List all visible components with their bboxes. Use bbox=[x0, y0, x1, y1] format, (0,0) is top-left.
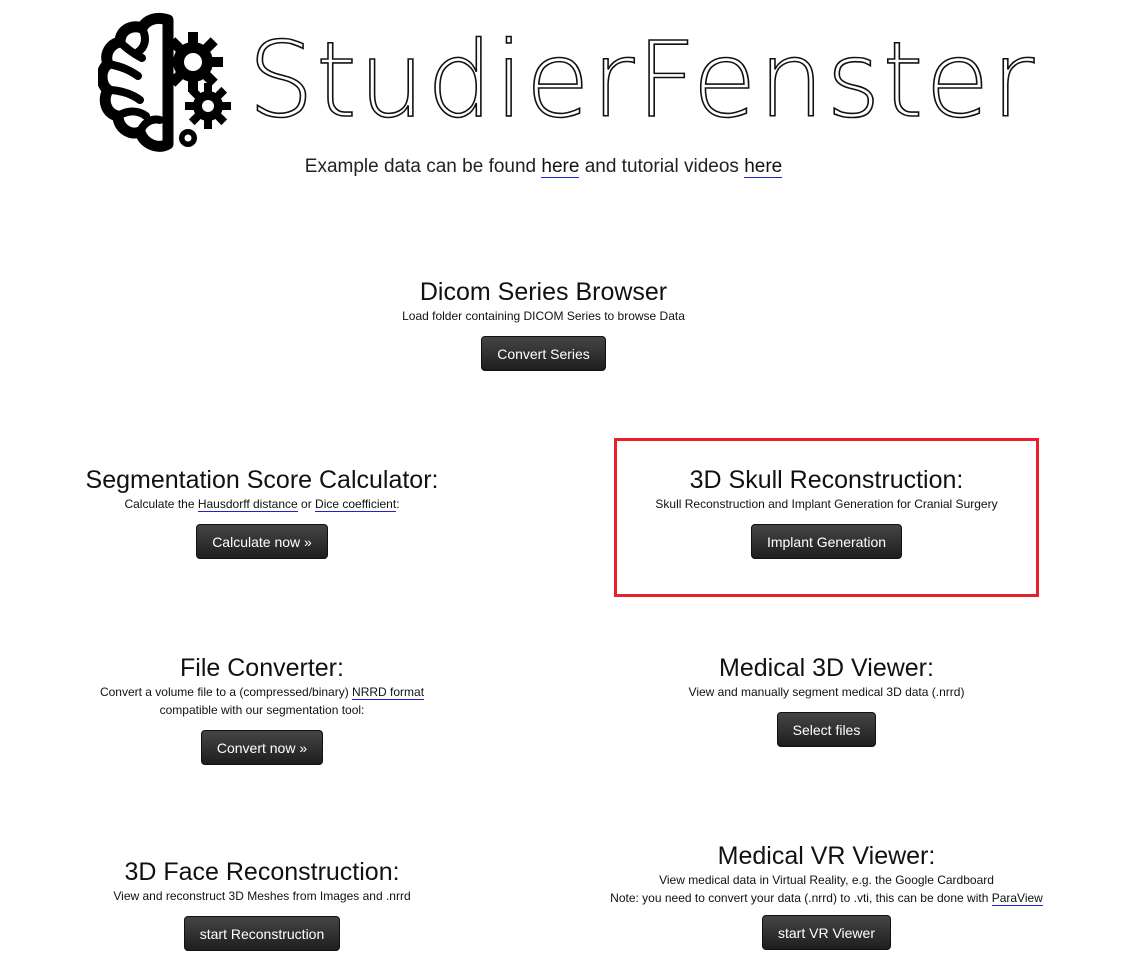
file-converter-title: File Converter: bbox=[180, 654, 344, 682]
example-data-link[interactable]: here bbox=[541, 156, 580, 178]
calculate-now-button[interactable]: Calculate now » bbox=[196, 524, 328, 559]
segmentation-score-desc: Calculate the Hausdorff distance or Dice… bbox=[124, 497, 400, 512]
medical-3d-viewer-section: Medical 3D Viewer: View and manually seg… bbox=[614, 654, 1039, 747]
file-converter-desc: Convert a volume file to a (compressed/b… bbox=[99, 685, 425, 700]
dicom-browser-desc: Load folder containing DICOM Series to b… bbox=[402, 309, 685, 323]
start-reconstruction-button[interactable]: start Reconstruction bbox=[183, 916, 341, 951]
face-reconstruction-title: 3D Face Reconstruction: bbox=[124, 858, 400, 886]
convert-now-button[interactable]: Convert now » bbox=[200, 730, 324, 765]
skull-reconstruction-section: 3D Skull Reconstruction: Skull Reconstru… bbox=[614, 466, 1039, 559]
dicom-browser-title: Dicom Series Browser bbox=[419, 278, 668, 306]
medical-vr-viewer-note: Note: you need to convert your data (.nr… bbox=[610, 891, 1043, 906]
start-vr-viewer-button[interactable]: start VR Viewer bbox=[762, 915, 891, 950]
site-logo[interactable]: StudierFenster bbox=[98, 10, 1035, 160]
paraview-link[interactable]: ParaView bbox=[991, 891, 1043, 906]
skull-reconstruction-desc: Skull Reconstruction and Implant Generat… bbox=[655, 497, 998, 511]
medical-vr-viewer-section: Medical VR Viewer: View medical data in … bbox=[584, 842, 1069, 950]
dice-coefficient-link[interactable]: Dice coefficient bbox=[315, 497, 397, 512]
face-reconstruction-section: 3D Face Reconstruction: View and reconst… bbox=[42, 858, 482, 951]
medical-3d-viewer-title: Medical 3D Viewer: bbox=[719, 654, 934, 682]
segmentation-score-section: Segmentation Score Calculator: Calculate… bbox=[42, 466, 482, 559]
face-reconstruction-desc: View and reconstruct 3D Meshes from Imag… bbox=[113, 889, 411, 903]
medical-vr-viewer-desc: View medical data in Virtual Reality, e.… bbox=[659, 873, 994, 887]
skull-reconstruction-title: 3D Skull Reconstruction: bbox=[689, 466, 964, 494]
studierfenster-page: StudierFenster Example data can be found… bbox=[0, 0, 1127, 961]
implant-generation-button[interactable]: Implant Generation bbox=[750, 524, 903, 559]
brain-gears-icon bbox=[98, 12, 231, 152]
convert-series-button[interactable]: Convert Series bbox=[481, 336, 606, 371]
nrrd-format-link[interactable]: NRRD format bbox=[352, 685, 425, 700]
medical-3d-viewer-desc: View and manually segment medical 3D dat… bbox=[688, 685, 965, 699]
segmentation-score-title: Segmentation Score Calculator: bbox=[85, 466, 439, 494]
file-converter-section: File Converter: Convert a volume file to… bbox=[42, 654, 482, 765]
select-files-button[interactable]: Select files bbox=[776, 712, 877, 747]
hausdorff-distance-link[interactable]: Hausdorff distance bbox=[197, 497, 298, 512]
tutorial-videos-link[interactable]: here bbox=[744, 156, 783, 178]
site-wordmark: StudierFenster bbox=[247, 19, 1037, 141]
dicom-browser-section: Dicom Series Browser Load folder contain… bbox=[0, 278, 1087, 371]
file-converter-desc-line2: compatible with our segmentation tool: bbox=[159, 703, 365, 717]
medical-vr-viewer-title: Medical VR Viewer: bbox=[717, 842, 936, 870]
intro-text: Example data can be found here and tutor… bbox=[304, 156, 783, 178]
